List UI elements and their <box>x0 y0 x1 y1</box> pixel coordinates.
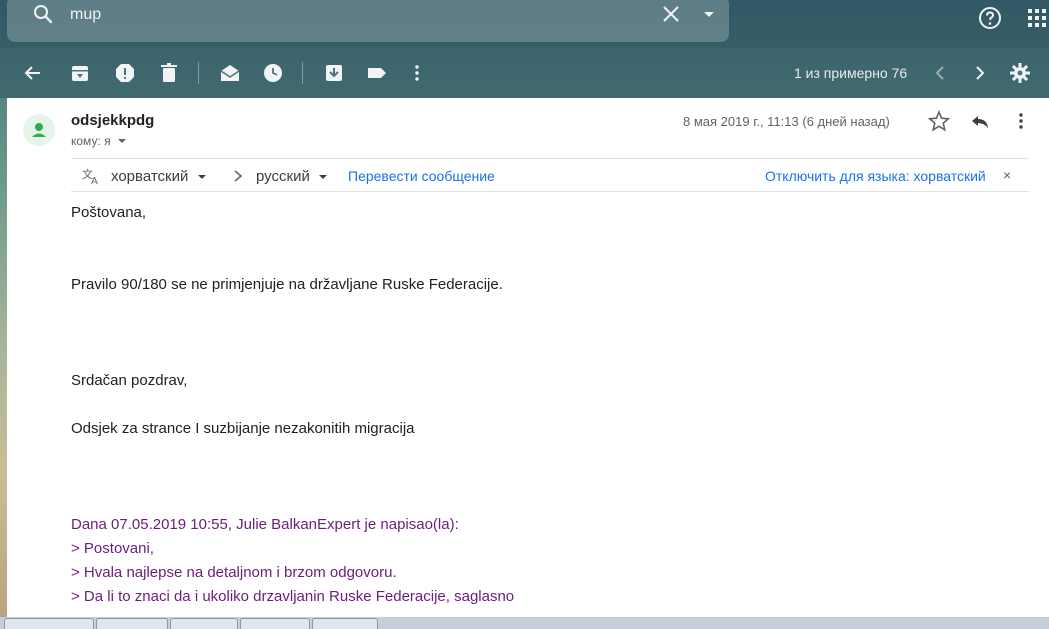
search-box[interactable] <box>7 0 729 42</box>
translate-icon: 文 A <box>82 167 98 186</box>
move-to-icon[interactable] <box>323 62 345 84</box>
delete-icon[interactable] <box>158 62 180 84</box>
svg-text:A: A <box>91 176 98 186</box>
archive-icon[interactable] <box>69 62 91 84</box>
avatar[interactable] <box>23 114 55 146</box>
older-chevron-right-icon[interactable] <box>969 62 991 84</box>
body-signature: Odsjek za strance I suzbijanje nezakonit… <box>71 420 415 437</box>
top-search-bar <box>0 0 1049 48</box>
person-icon <box>32 123 46 137</box>
quote-line: > Da li to znaci da i ukoliko drzavljani… <box>71 588 515 605</box>
message-more-icon[interactable] <box>1010 110 1032 132</box>
target-language-dropdown[interactable]: русский <box>256 168 328 185</box>
source-language-label: хорватский <box>111 168 189 185</box>
translate-message-link[interactable]: Перевести сообщение <box>348 168 495 184</box>
taskbar-button[interactable] <box>4 618 94 629</box>
back-arrow-icon[interactable] <box>22 62 44 84</box>
os-taskbar <box>0 617 1049 629</box>
body-greeting: Poštovana, <box>71 204 147 221</box>
message-panel: odsjekkpdg кому: я 8 мая 2019 г., 11:13 … <box>7 98 1049 618</box>
quote-header: Dana 07.05.2019 10:55, Julie BalkanExper… <box>71 516 459 533</box>
newer-chevron-left-icon[interactable] <box>929 62 951 84</box>
close-translate-bar-icon[interactable]: × <box>1003 167 1011 183</box>
taskbar-button[interactable] <box>312 618 378 629</box>
source-language-dropdown[interactable]: хорватский <box>111 168 207 185</box>
more-options-icon[interactable] <box>406 62 428 84</box>
apps-grid-icon[interactable] <box>1024 5 1049 31</box>
body-closing: Srdačan pozdrav, <box>71 372 188 389</box>
help-icon[interactable] <box>977 5 1003 31</box>
taskbar-button[interactable] <box>240 618 310 629</box>
quote-line: > Postovani, <box>71 540 154 557</box>
disable-translation-link[interactable]: Отключить для языка: хорватский <box>765 168 986 184</box>
report-spam-icon[interactable] <box>114 62 136 84</box>
search-icon[interactable] <box>31 2 55 26</box>
caret-down-icon <box>197 175 206 179</box>
chevron-right-icon <box>234 170 243 182</box>
mark-unread-icon[interactable] <box>219 62 241 84</box>
caret-down-icon[interactable] <box>117 137 127 145</box>
toolbar-divider <box>302 62 303 84</box>
recipient-label: кому: я <box>71 134 111 148</box>
pagination-text: 1 из примерно 76 <box>794 65 908 81</box>
taskbar-button[interactable] <box>96 618 168 629</box>
target-language-label: русский <box>256 168 310 185</box>
quote-line: > Hvala najlepse na detaljnom i brzom od… <box>71 564 397 581</box>
star-icon[interactable] <box>928 110 950 132</box>
reply-icon[interactable] <box>969 110 991 132</box>
message-toolbar: 1 из примерно 76 <box>0 48 1049 98</box>
body-text: Pravilo 90/180 se ne primjenjuje na drža… <box>71 276 503 293</box>
snooze-clock-icon[interactable] <box>262 62 284 84</box>
search-options-dropdown-icon[interactable] <box>697 2 721 26</box>
translate-bar: 文 A хорватский русский Перевести сообщен… <box>71 158 1029 192</box>
clear-search-icon[interactable] <box>659 2 683 26</box>
settings-gear-icon[interactable] <box>1009 62 1031 84</box>
caret-down-icon <box>319 175 327 179</box>
toolbar-divider <box>198 62 199 84</box>
sender-name[interactable]: odsjekkpdg <box>71 112 154 129</box>
search-input[interactable] <box>70 4 630 26</box>
taskbar-button[interactable] <box>170 618 238 629</box>
message-date: 8 мая 2019 г., 11:13 (6 дней назад) <box>683 114 890 129</box>
label-icon[interactable] <box>366 62 388 84</box>
recipient-details[interactable]: кому: я <box>71 134 127 148</box>
